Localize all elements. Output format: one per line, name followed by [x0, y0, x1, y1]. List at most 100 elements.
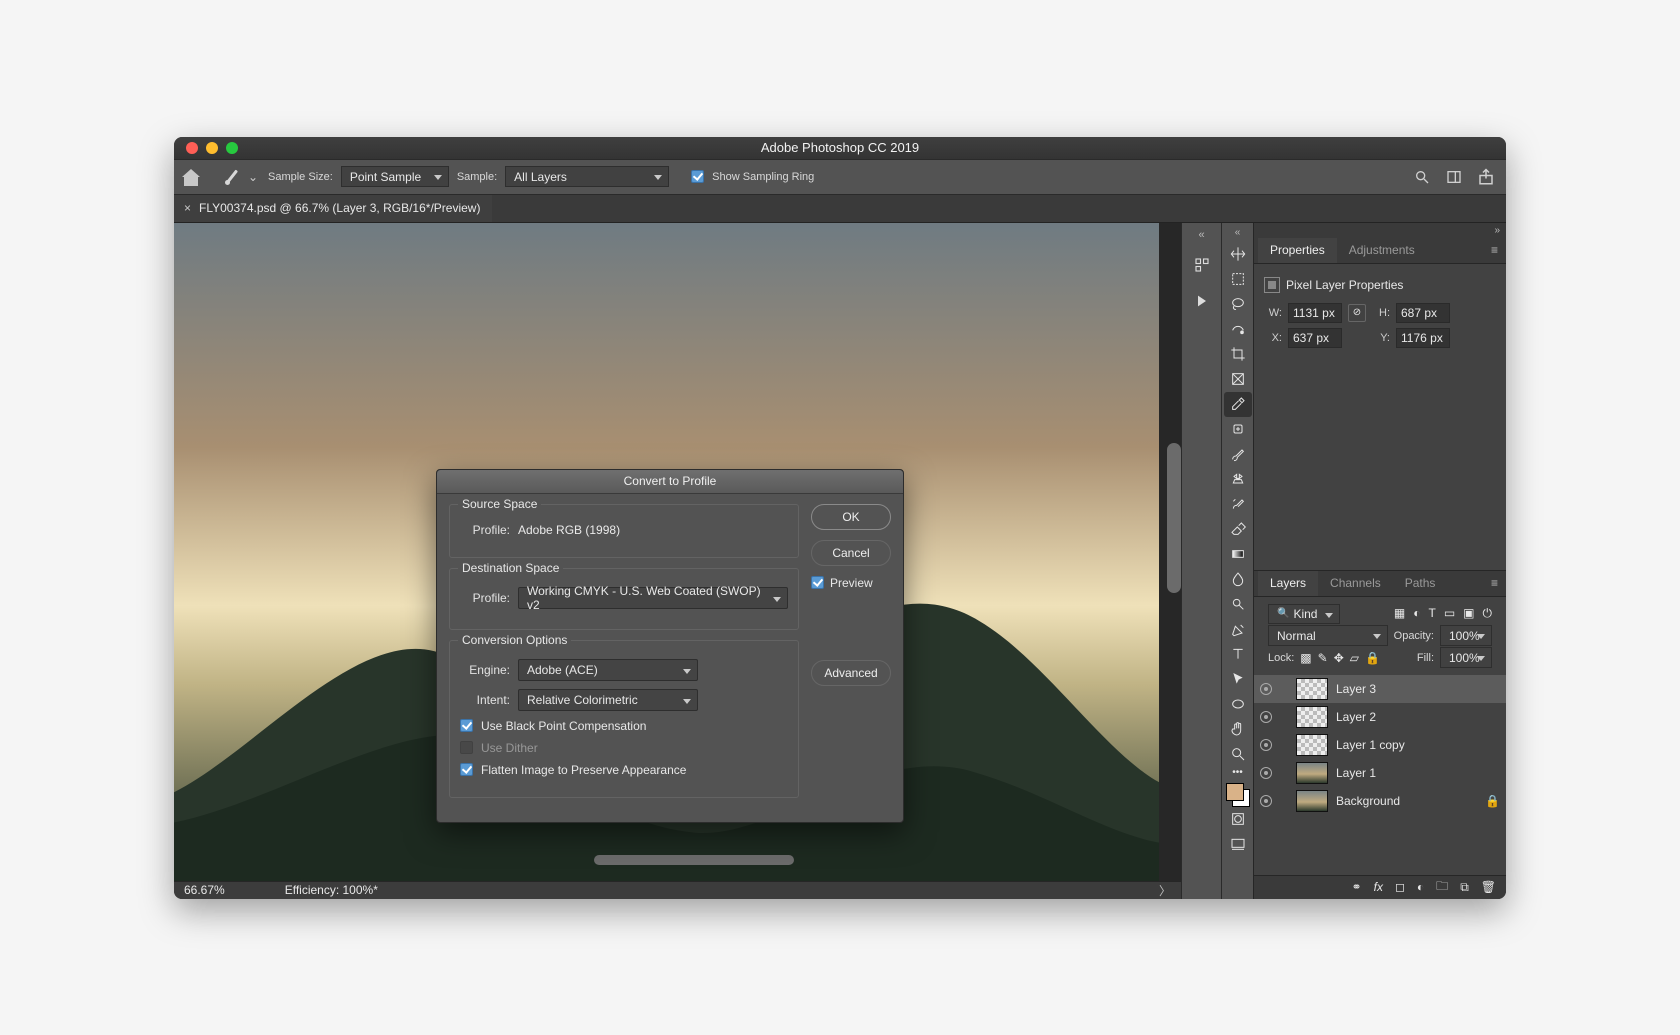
flatten-checkbox[interactable]	[460, 763, 473, 776]
layer-item[interactable]: Layer 1	[1254, 759, 1506, 787]
adjustment-layer-icon[interactable]: ◐	[1417, 880, 1424, 894]
efficiency-readout[interactable]: Efficiency: 100%*	[285, 883, 378, 897]
y-field[interactable]: 1176 px	[1396, 328, 1450, 348]
type-tool[interactable]	[1224, 642, 1252, 667]
collapsed-dock-1[interactable]	[1181, 223, 1221, 899]
engine-select[interactable]: Adobe (ACE)	[518, 659, 698, 681]
eraser-tool[interactable]	[1224, 517, 1252, 542]
layer-visibility-icon[interactable]	[1260, 683, 1272, 695]
eyedropper-tool[interactable]	[1224, 392, 1252, 417]
panel-menu-icon[interactable]: ≡	[1491, 243, 1506, 257]
link-wh-icon[interactable]: ⊘	[1348, 304, 1366, 322]
blend-mode-select[interactable]: Normal	[1268, 625, 1388, 646]
filter-adjust-icon: ◐	[1413, 606, 1420, 621]
lock-all-icon[interactable]: 🔒	[1365, 651, 1380, 665]
layer-item[interactable]: Background 🔒	[1254, 787, 1506, 815]
layer-thumbnail[interactable]	[1296, 762, 1328, 784]
tool-preset-dropdown[interactable]: ⌄	[248, 170, 260, 184]
layer-item[interactable]: Layer 1 copy	[1254, 731, 1506, 759]
layer-visibility-icon[interactable]	[1260, 795, 1272, 807]
sample-size-select[interactable]: Point Sample	[341, 166, 449, 187]
layer-thumbnail[interactable]	[1296, 678, 1328, 700]
marquee-tool[interactable]	[1224, 267, 1252, 292]
advanced-button[interactable]: Advanced	[811, 660, 891, 686]
layer-style-icon[interactable]: fx	[1374, 880, 1383, 894]
opacity-select[interactable]: 100%	[1440, 625, 1492, 646]
close-tab-icon[interactable]: ×	[184, 201, 191, 215]
healing-brush-tool[interactable]	[1224, 417, 1252, 442]
edit-toolbar-icon[interactable]: •••	[1224, 767, 1252, 779]
move-tool[interactable]	[1224, 242, 1252, 267]
lock-paint-icon[interactable]: ✎	[1318, 651, 1328, 665]
tab-paths[interactable]: Paths	[1393, 571, 1448, 596]
eyedropper-icon[interactable]	[222, 168, 240, 186]
brush-tool[interactable]	[1224, 442, 1252, 467]
hand-tool[interactable]	[1224, 717, 1252, 742]
layers-panel-menu-icon[interactable]: ≡	[1491, 576, 1506, 590]
layer-thumbnail[interactable]	[1296, 790, 1328, 812]
share-icon[interactable]	[1474, 165, 1498, 189]
blur-tool[interactable]	[1224, 567, 1252, 592]
layer-visibility-icon[interactable]	[1260, 767, 1272, 779]
quick-select-tool[interactable]	[1224, 317, 1252, 342]
layer-item[interactable]: Layer 2	[1254, 703, 1506, 731]
new-layer-icon[interactable]: ⧉	[1460, 880, 1469, 895]
zoom-level[interactable]: 66.67%	[184, 883, 225, 897]
link-layers-icon[interactable]: ⚭	[1352, 880, 1362, 894]
clone-stamp-tool[interactable]	[1224, 467, 1252, 492]
tab-adjustments[interactable]: Adjustments	[1337, 238, 1427, 263]
gradient-tool[interactable]	[1224, 542, 1252, 567]
quick-mask-icon[interactable]	[1224, 807, 1252, 832]
workspace-switcher-icon[interactable]	[1442, 165, 1466, 189]
layer-item[interactable]: Layer 3	[1254, 675, 1506, 703]
path-select-tool[interactable]	[1224, 667, 1252, 692]
ok-button[interactable]: OK	[811, 504, 891, 530]
tab-layers[interactable]: Layers	[1258, 571, 1318, 596]
history-panel-icon[interactable]	[1190, 253, 1214, 277]
cancel-button[interactable]: Cancel	[811, 540, 891, 566]
x-field[interactable]: 637 px	[1288, 328, 1342, 348]
home-icon[interactable]	[182, 168, 200, 186]
dodge-tool[interactable]	[1224, 592, 1252, 617]
layer-filter-icons[interactable]: ▦◐T▭▣⏻	[1394, 606, 1492, 621]
layer-name: Background	[1336, 794, 1400, 808]
horizontal-scrollbar[interactable]	[594, 855, 794, 865]
zoom-tool[interactable]	[1224, 742, 1252, 767]
layer-group-icon[interactable]: 🗀	[1436, 877, 1448, 898]
lock-transparency-icon[interactable]: ▩	[1300, 651, 1311, 665]
tab-properties[interactable]: Properties	[1258, 238, 1337, 263]
layer-mask-icon[interactable]: ◻	[1395, 880, 1405, 894]
layer-visibility-icon[interactable]	[1260, 711, 1272, 723]
document-tab[interactable]: × FLY00374.psd @ 66.7% (Layer 3, RGB/16*…	[174, 195, 492, 222]
pen-tool[interactable]	[1224, 617, 1252, 642]
sample-select[interactable]: All Layers	[505, 166, 669, 187]
tab-channels[interactable]: Channels	[1318, 571, 1393, 596]
search-icon[interactable]	[1410, 165, 1434, 189]
color-swatch[interactable]	[1226, 783, 1250, 807]
lock-position-icon[interactable]: ✥	[1334, 651, 1344, 665]
layer-visibility-icon[interactable]	[1260, 739, 1272, 751]
fill-select[interactable]: 100%	[1440, 647, 1492, 668]
preview-checkbox[interactable]	[811, 576, 824, 589]
show-sampling-ring-label: Show Sampling Ring	[712, 171, 814, 183]
layer-filter-kind[interactable]: 🔍Kind	[1268, 604, 1340, 624]
delete-layer-icon[interactable]: 🗑	[1481, 880, 1496, 894]
intent-select[interactable]: Relative Colorimetric	[518, 689, 698, 711]
status-menu-icon[interactable]: 〉	[1159, 882, 1171, 899]
history-brush-tool[interactable]	[1224, 492, 1252, 517]
layer-thumbnail[interactable]	[1296, 734, 1328, 756]
screen-mode-icon[interactable]	[1224, 832, 1252, 857]
vertical-scrollbar[interactable]	[1167, 443, 1181, 593]
destination-profile-select[interactable]: Working CMYK - U.S. Web Coated (SWOP) v2	[518, 587, 788, 609]
height-field[interactable]: 687 px	[1396, 303, 1450, 323]
width-field[interactable]: 1131 px	[1288, 303, 1342, 323]
layer-thumbnail[interactable]	[1296, 706, 1328, 728]
actions-panel-icon[interactable]	[1190, 289, 1214, 313]
shape-tool[interactable]	[1224, 692, 1252, 717]
lock-artboard-icon[interactable]: ▱	[1350, 651, 1359, 665]
show-sampling-ring-checkbox[interactable]	[691, 170, 704, 183]
crop-tool[interactable]	[1224, 342, 1252, 367]
frame-tool[interactable]	[1224, 367, 1252, 392]
black-point-checkbox[interactable]	[460, 719, 473, 732]
lasso-tool[interactable]	[1224, 292, 1252, 317]
